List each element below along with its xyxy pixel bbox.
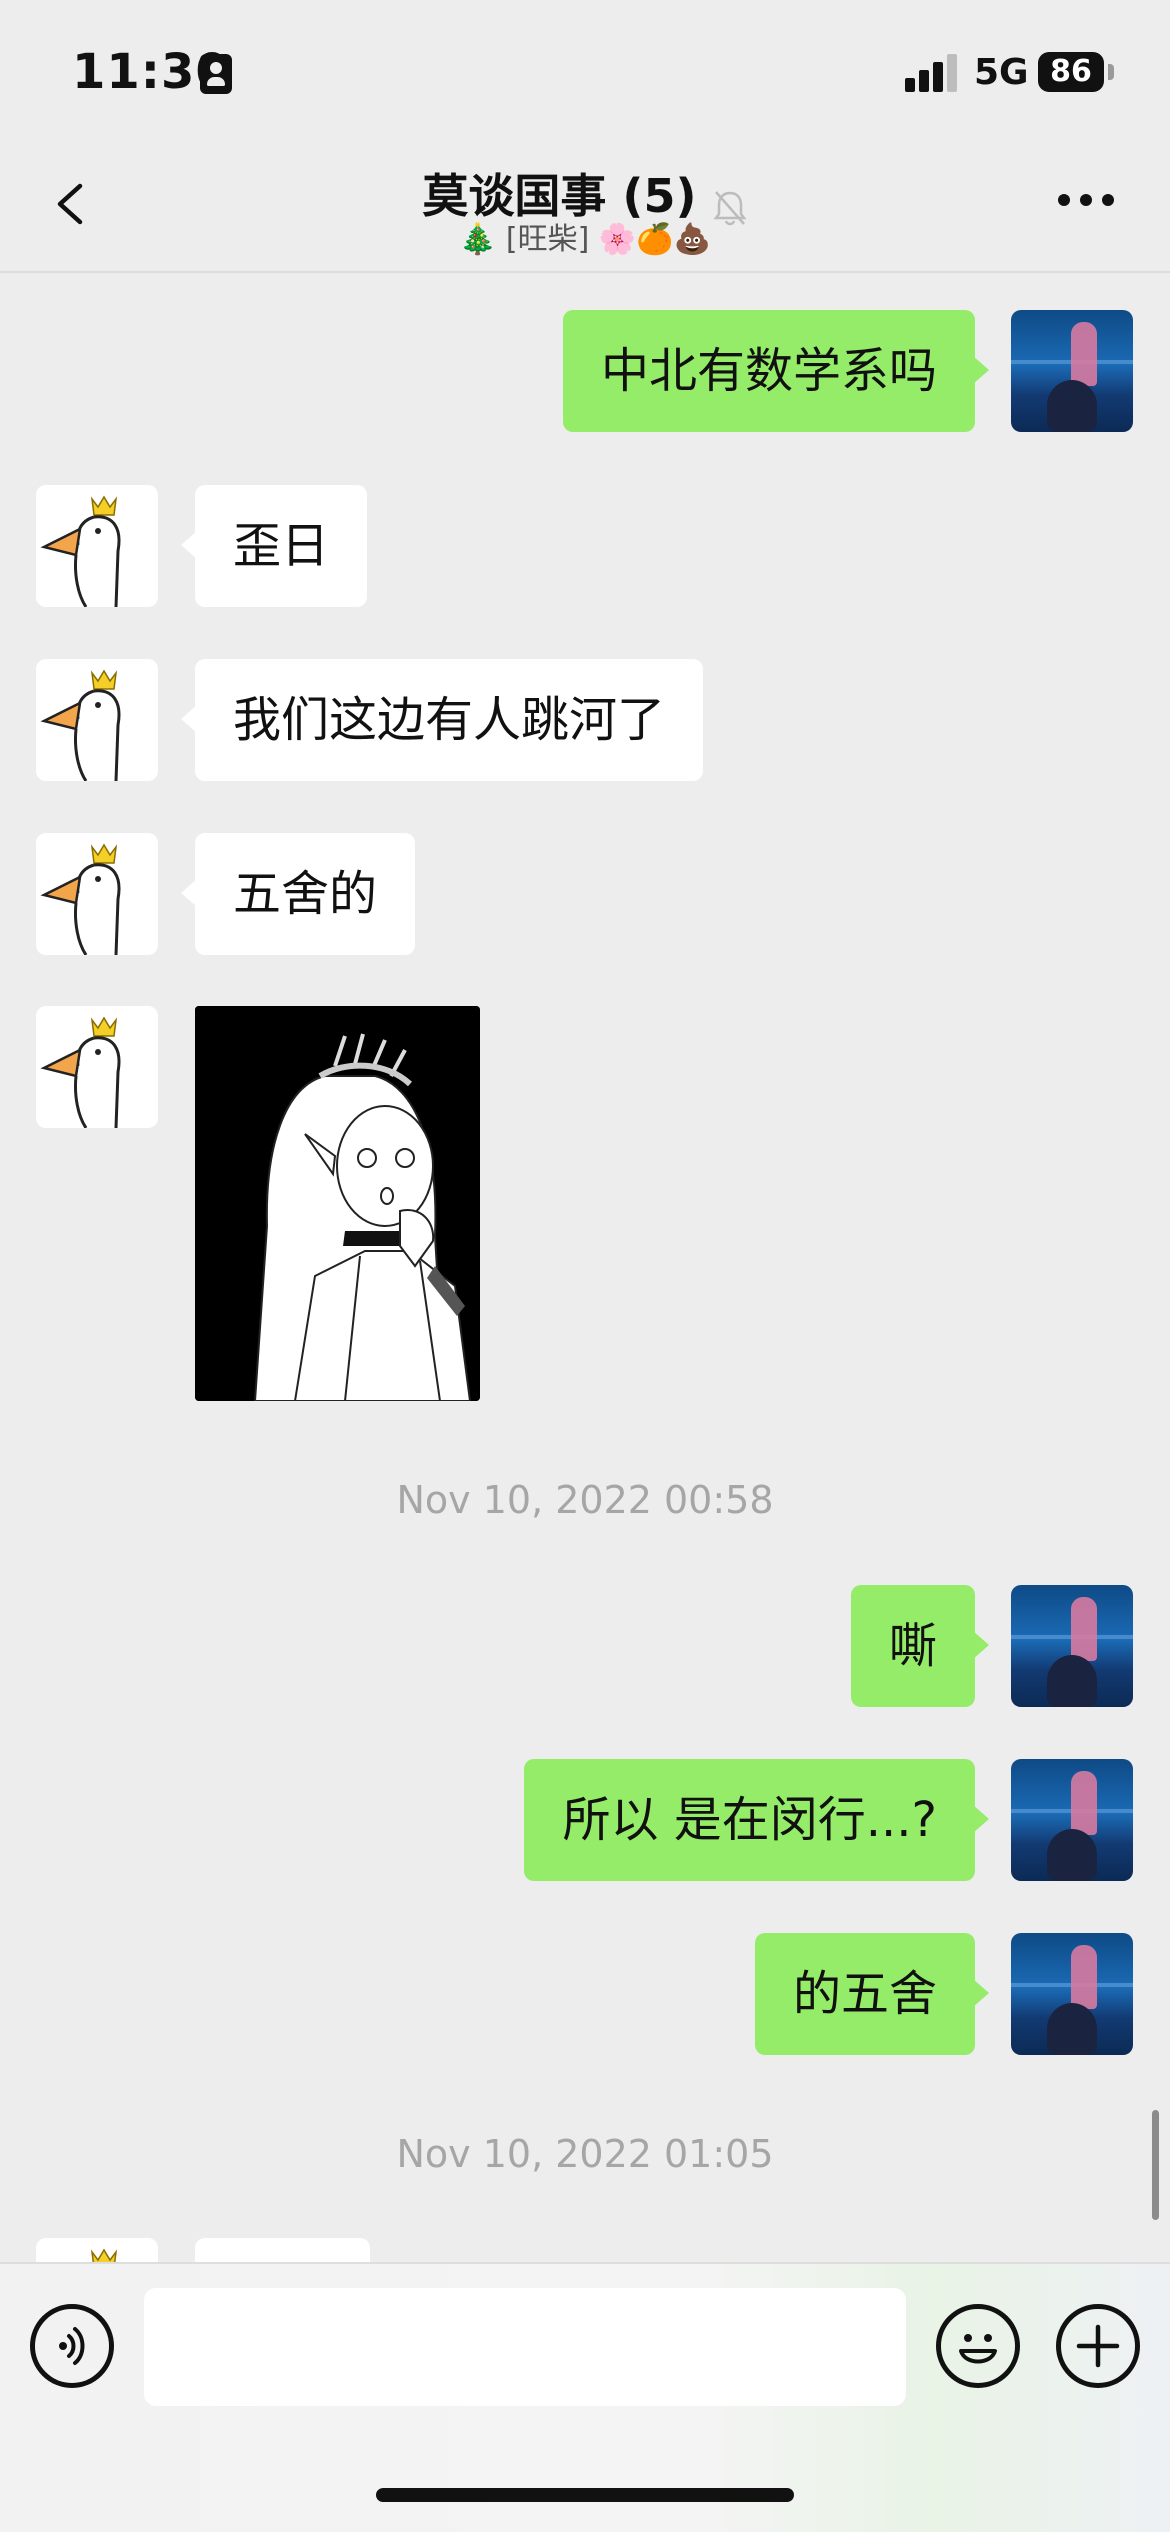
message-input[interactable] <box>144 2288 906 2406</box>
more-options-icon[interactable] <box>1058 194 1114 208</box>
battery-tip-icon <box>1108 64 1114 80</box>
goose-avatar[interactable] <box>36 485 158 607</box>
cellular-signal-icon <box>905 54 959 92</box>
status-bar: 11:30 5G 86 <box>0 0 1170 140</box>
message-bubble-outgoing[interactable]: 中北有数学系吗 <box>562 310 990 432</box>
goose-avatar[interactable] <box>36 659 158 781</box>
message-bubble-incoming[interactable]: 我们这边有人跳河了 <box>180 659 704 781</box>
contact-card-icon <box>200 54 232 94</box>
plus-icon <box>1076 2324 1120 2368</box>
scrollbar-thumb[interactable] <box>1152 2110 1159 2220</box>
manga-girl-illustration <box>195 1006 480 1401</box>
goose-with-crown-icon <box>40 495 121 607</box>
message-bubble-outgoing[interactable]: 所以 是在闵行...? <box>524 1759 989 1881</box>
message-bubble-incoming[interactable]: 五舍的 <box>180 833 416 955</box>
message-bubble-outgoing[interactable]: 嘶 <box>850 1585 990 1707</box>
goose-with-crown-icon <box>40 843 121 955</box>
home-indicator[interactable] <box>376 2488 794 2502</box>
voice-input-button[interactable] <box>30 2304 114 2388</box>
network-type: 5G <box>974 52 1029 93</box>
goose-avatar[interactable] <box>36 833 158 955</box>
chat-header: 莫谈国事 (5) 🎄 [旺柴] 🌸🍊💩 <box>0 140 1170 273</box>
goose-with-crown-icon <box>40 669 121 781</box>
manga-sticker-image[interactable] <box>195 1006 480 1401</box>
self-avatar[interactable] <box>1011 1933 1133 2055</box>
more-actions-button[interactable] <box>1056 2304 1140 2388</box>
voice-wave-icon <box>59 2327 85 2365</box>
message-bubble-outgoing[interactable]: 的五舍 <box>754 1933 990 2055</box>
self-avatar[interactable] <box>1011 1585 1133 1707</box>
goose-with-crown-icon <box>40 1016 121 1128</box>
goose-avatar[interactable] <box>36 1006 158 1128</box>
self-avatar[interactable] <box>1011 1759 1133 1881</box>
message-bubble-incoming[interactable]: 歪日 <box>180 485 368 607</box>
battery-level: 86 <box>1038 52 1104 92</box>
message-timestamp: Nov 10, 2022 00:58 <box>396 1478 774 1522</box>
emoji-button[interactable] <box>936 2304 1020 2388</box>
message-timestamp: Nov 10, 2022 01:05 <box>396 2132 774 2176</box>
chat-subtitle: 🎄 [旺柴] 🌸🍊💩 <box>459 222 711 257</box>
smiley-face-icon <box>959 2334 997 2364</box>
self-avatar[interactable] <box>1011 310 1133 432</box>
